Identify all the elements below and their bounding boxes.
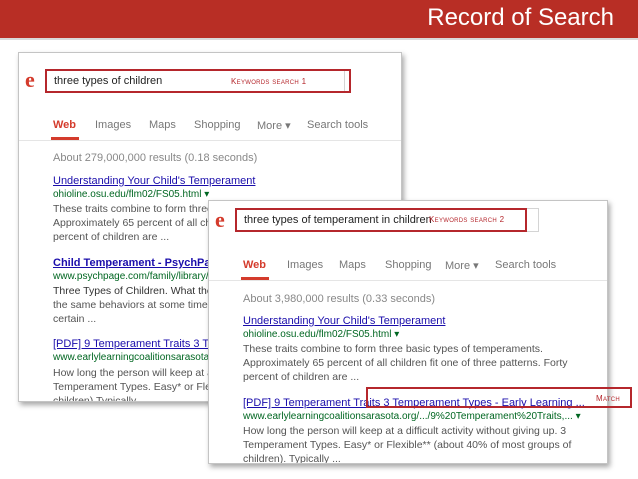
- result-title[interactable]: Understanding Your Child's Temperament: [243, 315, 445, 327]
- result-title[interactable]: Child Temperament - PsychPage: [53, 257, 223, 269]
- tab-more[interactable]: More ▾: [445, 259, 479, 272]
- tab-maps[interactable]: Maps: [149, 119, 176, 131]
- result-title[interactable]: Understanding Your Child's Temperament: [53, 175, 255, 187]
- tab-images[interactable]: Images: [95, 119, 131, 131]
- result-snippet-line: certain ...: [53, 313, 97, 325]
- result-snippet-line: Approximately 65 percent of all chil: [53, 217, 216, 229]
- result-stats: About 3,980,000 results (0.33 seconds): [243, 293, 436, 305]
- slide-title: Record of Search: [427, 4, 614, 31]
- tab-search-tools[interactable]: Search tools: [307, 119, 368, 131]
- match-annotation: Match: [596, 394, 621, 403]
- keywords-annotation: Keywords search 1: [231, 77, 307, 86]
- tab-images[interactable]: Images: [287, 259, 323, 271]
- tabs-divider: [19, 140, 401, 141]
- result-snippet-line: the same behaviors at some time, so: [53, 299, 225, 311]
- result-snippet-line: Temperament Types. Easy* or Flexibl: [53, 381, 227, 393]
- tab-more[interactable]: More ▾: [257, 119, 291, 132]
- result-snippet-line: Three Types of Children. What the: [53, 285, 213, 297]
- result-stats: About 279,000,000 results (0.18 seconds): [53, 152, 258, 164]
- result-url: ohioline.osu.edu/flm02/FS05.html ▾: [243, 329, 400, 340]
- result-title[interactable]: [PDF] 9 Temperament Traits 3 Temp: [53, 338, 229, 350]
- result-snippet-line: These traits combine to form three basic…: [243, 343, 543, 355]
- tabs-divider: [209, 280, 607, 281]
- title-divider: [0, 38, 638, 40]
- tab-search-tools[interactable]: Search tools: [495, 259, 556, 271]
- result-url: www.psychpage.com/family/library/t: [53, 271, 212, 282]
- match-highlight-box: [366, 387, 632, 408]
- result-url: www.earlylearningcoalitionsarasota.org/.…: [243, 411, 581, 422]
- tab-maps[interactable]: Maps: [339, 259, 366, 271]
- result-snippet-line: children) Typically: [53, 395, 137, 402]
- slide-title-bar: Record of Search: [0, 0, 638, 38]
- result-snippet-line: How long the person will keep at a d: [53, 367, 222, 379]
- result-snippet-line: How long the person will keep at a diffi…: [243, 425, 567, 437]
- tab-shopping[interactable]: Shopping: [385, 259, 432, 271]
- result-url: www.earlylearningcoalitionsarasota.: [53, 352, 212, 363]
- tab-shopping[interactable]: Shopping: [194, 119, 241, 131]
- tab-web[interactable]: Web: [243, 259, 266, 271]
- browser-logo-icon: e: [25, 67, 35, 92]
- result-snippet-line: percent of children are ...: [53, 231, 170, 243]
- result-snippet-line: Approximately 65 percent of all children…: [243, 357, 568, 369]
- search-screenshot-2: e three types of temperament in children…: [208, 200, 608, 464]
- result-snippet-line: These traits combine to form three: [53, 203, 213, 215]
- result-snippet-line: children). Typically ...: [243, 453, 341, 464]
- result-url: ohioline.osu.edu/flm02/FS05.html ▾: [53, 189, 210, 200]
- keywords-annotation: Keywords search 2: [429, 215, 505, 224]
- result-snippet-line: percent of children are ...: [243, 371, 360, 383]
- tab-web[interactable]: Web: [53, 119, 76, 131]
- browser-logo-icon: e: [215, 207, 225, 232]
- result-snippet-line: Temperament Types. Easy* or Flexible** (…: [243, 439, 572, 451]
